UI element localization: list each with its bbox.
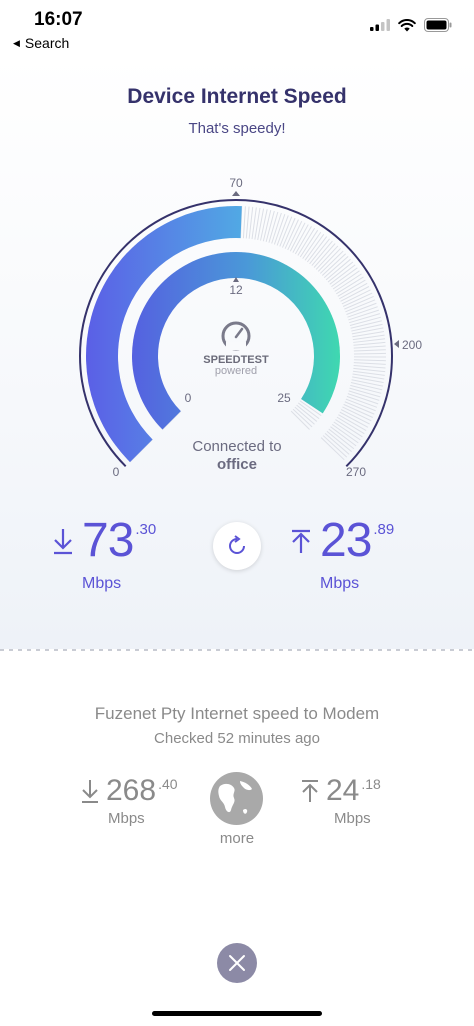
- connected-label: Connected to: [192, 438, 282, 455]
- speed-verdict: That's speedy!: [188, 120, 286, 137]
- outer-gauge-tick: [311, 240, 333, 266]
- device-download-dec: .30: [135, 521, 157, 538]
- outer-gauge-tick: [284, 219, 299, 249]
- outer-gauge-tick: [351, 327, 384, 335]
- isp-download-speed: 268 .40 Mbps: [80, 772, 178, 827]
- globe-icon[interactable]: [210, 772, 263, 825]
- connection-info: Connected to office: [0, 438, 474, 474]
- page-title: Device Internet Speed: [127, 85, 347, 108]
- device-upload-unit: Mbps: [320, 575, 360, 592]
- inner-min-label: 0: [185, 391, 192, 405]
- device-upload-dec: .89: [373, 521, 395, 538]
- outer-gauge-tick: [257, 208, 265, 241]
- outer-gauge-tick: [353, 359, 386, 362]
- outer-gauge-tick: [331, 267, 358, 288]
- outer-gauge-tick: [353, 367, 386, 373]
- device-upload-int: 23: [320, 514, 372, 567]
- isp-download-int: 268: [106, 774, 157, 807]
- device-download-speed: 73 .30 Mbps: [52, 514, 157, 592]
- outer-gauge-tick: [353, 345, 386, 349]
- refresh-button[interactable]: [213, 522, 261, 570]
- more-label[interactable]: more: [0, 830, 474, 847]
- outer-gauge-tick: [353, 341, 386, 346]
- inner-gauge-tick: [292, 408, 313, 428]
- outer-gauge-tick: [315, 245, 339, 270]
- outer-gauge-tick: [309, 238, 330, 265]
- device-download-int: 73: [82, 514, 134, 567]
- isp-download-arrow-icon: [80, 772, 100, 816]
- outer-gauge-tick: [327, 261, 354, 283]
- status-icons: [370, 18, 452, 32]
- status-bar: 16:07 ◀ Search: [0, 0, 474, 60]
- upload-arrow-icon: [290, 515, 312, 572]
- home-indicator: [152, 1011, 322, 1016]
- back-label: Search: [24, 35, 70, 51]
- outer-gauge-tick: [343, 403, 374, 418]
- outer-gauge-tick: [351, 323, 383, 332]
- isp-upload-int: 24: [326, 774, 360, 807]
- isp-title: Fuzenet Pty Internet speed to Modem: [94, 704, 380, 723]
- outer-top-marker-icon: [232, 191, 240, 196]
- outer-gauge-tick: [317, 248, 341, 272]
- outer-gauge-tick: [350, 382, 383, 391]
- outer-gauge-tick: [319, 250, 344, 274]
- device-upload-speed: 23 .89 Mbps: [290, 514, 395, 592]
- isp-upload-unit: Mbps: [334, 810, 371, 827]
- outer-gauge-tick: [353, 349, 386, 352]
- outer-gauge-tick: [282, 217, 296, 248]
- outer-gauge-tick: [353, 364, 386, 369]
- section-divider: [0, 649, 474, 651]
- battery-icon: [424, 18, 452, 32]
- outer-gauge-tick: [245, 206, 250, 239]
- inner-max-label: 25: [277, 391, 291, 405]
- speedtest-logo: SPEEDTEST powered: [203, 321, 269, 377]
- close-icon: [229, 955, 245, 971]
- download-arrow-icon: [52, 515, 74, 572]
- outer-gauge-tick: [242, 206, 246, 239]
- refresh-icon: [229, 535, 245, 554]
- cellular-signal-icon: [370, 19, 390, 31]
- connected-location: office: [216, 456, 257, 473]
- outer-gauge-tick: [323, 256, 349, 279]
- outer-gauge-tick: [306, 236, 328, 263]
- outer-gauge-tick: [304, 234, 325, 261]
- outer-gauge-tick: [325, 258, 351, 281]
- outer-top-label: 70: [229, 176, 243, 190]
- outer-right-label: 200: [402, 338, 422, 352]
- outer-gauge-tick: [353, 352, 386, 355]
- speedtest-logo-sub: powered: [215, 365, 257, 377]
- back-to-search-link[interactable]: ◀ Search: [13, 35, 69, 51]
- outer-gauge-tick: [260, 209, 268, 241]
- outer-gauge-tick: [342, 406, 372, 422]
- outer-gauge-tick: [353, 362, 386, 365]
- inner-gauge-tick: [294, 406, 315, 425]
- outer-gauge-tick: [351, 379, 384, 387]
- isp-download-dec: .40: [158, 776, 178, 792]
- inner-top-label: 12: [229, 283, 243, 297]
- isp-download-unit: Mbps: [108, 810, 145, 827]
- isp-upload-speed: 24 .18 Mbps: [300, 772, 381, 827]
- outer-gauge-tick: [321, 253, 347, 276]
- status-time: 16:07: [34, 9, 83, 30]
- back-triangle-icon: ◀: [13, 37, 20, 48]
- device-download-unit: Mbps: [82, 575, 122, 592]
- outer-gauge-tick: [248, 206, 254, 239]
- outer-gauge-tick: [344, 295, 374, 310]
- outer-gauge-tick: [313, 243, 336, 268]
- outer-gauge-tick: [329, 264, 356, 285]
- outer-gauge-tick: [342, 292, 373, 307]
- isp-upload-dec: .18: [361, 776, 381, 792]
- last-checked: Checked 52 minutes ago: [154, 730, 320, 747]
- close-button[interactable]: [217, 943, 257, 983]
- isp-upload-arrow-icon: [300, 772, 320, 816]
- wifi-icon: [398, 18, 416, 31]
- outer-right-marker-icon: [394, 340, 399, 348]
- outer-gauge-tick: [287, 220, 303, 251]
